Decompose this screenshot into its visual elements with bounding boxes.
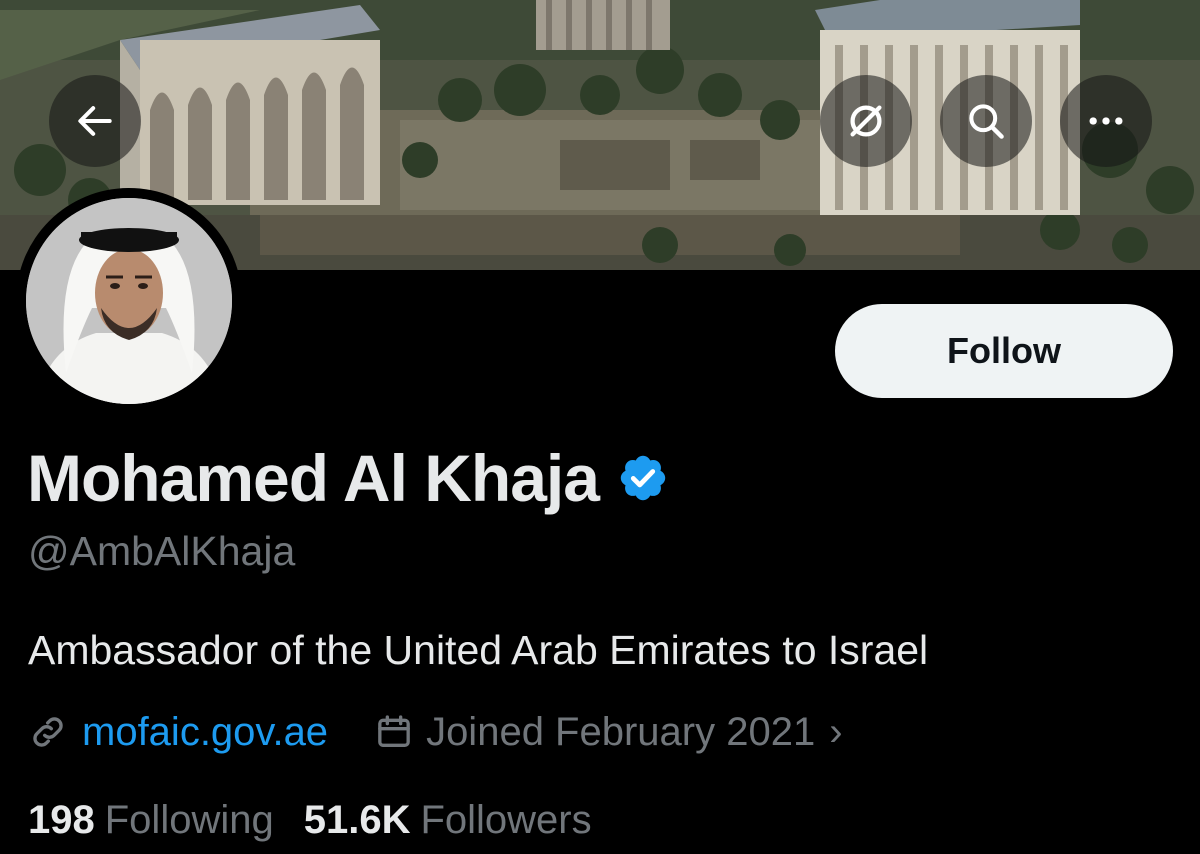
translate-button[interactable] <box>820 75 912 167</box>
translate-icon <box>850 105 882 137</box>
profile-name-row: Mohamed Al Khaja <box>27 438 669 518</box>
link-icon <box>33 717 63 747</box>
verified-badge-icon[interactable] <box>617 452 669 504</box>
profile-handle: @AmbAlKhaja <box>28 528 296 574</box>
profile-meta-row: mofaic.gov.ae Joined February 2021 › <box>28 707 843 757</box>
search-button[interactable] <box>940 75 1032 167</box>
following-link[interactable]: 198 Following <box>28 798 274 843</box>
joined-date[interactable]: Joined February 2021 <box>426 710 815 755</box>
profile-stats-row: 198 Following 51.6K Followers <box>28 795 592 845</box>
followers-link[interactable]: 51.6K Followers <box>304 798 592 843</box>
profile-name: Mohamed Al Khaja <box>27 441 600 515</box>
back-button[interactable] <box>49 75 141 167</box>
following-label: Following <box>104 797 274 842</box>
calendar-icon <box>378 715 410 747</box>
arrow-left-icon <box>78 106 112 136</box>
more-horizontal-icon <box>1089 117 1123 125</box>
website-link[interactable]: mofaic.gov.ae <box>82 710 328 755</box>
followers-label: Followers <box>420 797 592 842</box>
profile-bio: Ambassador of the United Arab Emirates t… <box>28 627 929 673</box>
avatar[interactable] <box>16 188 242 414</box>
following-count: 198 <box>28 797 95 842</box>
more-button[interactable] <box>1060 75 1152 167</box>
follow-button[interactable]: Follow <box>835 304 1173 398</box>
search-icon <box>969 104 1004 139</box>
chevron-right-icon[interactable]: › <box>829 710 842 755</box>
followers-count: 51.6K <box>303 797 411 842</box>
avatar-image <box>26 198 232 404</box>
